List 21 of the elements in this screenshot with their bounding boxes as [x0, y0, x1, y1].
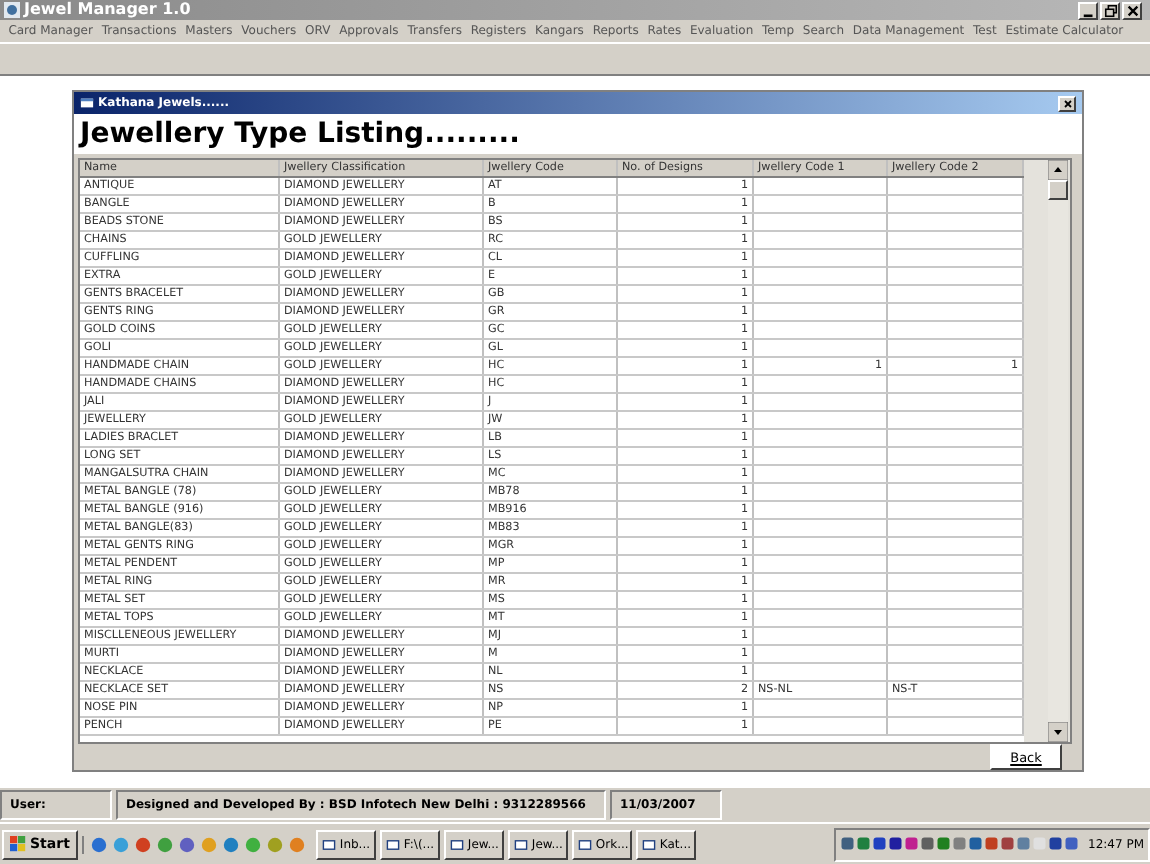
window-icon — [513, 837, 528, 851]
window-icon — [577, 837, 592, 851]
scroll-up-icon[interactable] — [1048, 160, 1068, 180]
close-icon — [1061, 97, 1073, 109]
windows-flag-icon — [10, 836, 26, 852]
vertical-scrollbar[interactable] — [1048, 160, 1068, 742]
scroll-down-icon[interactable] — [1048, 722, 1068, 742]
window-icon — [641, 837, 656, 851]
window-icon — [321, 837, 336, 851]
restore-button[interactable] — [1100, 1, 1120, 19]
close-button[interactable] — [1058, 95, 1076, 111]
scroll-thumb[interactable] — [1048, 180, 1068, 200]
window-icon — [449, 837, 464, 851]
page-heading: Jewellery Type Listing......... — [74, 114, 1082, 154]
minimize-button[interactable] — [1078, 1, 1098, 19]
close-button[interactable] — [1122, 1, 1142, 19]
close-icon — [1125, 3, 1139, 17]
window-icon — [80, 96, 94, 110]
app-icon — [4, 2, 20, 18]
window-title: Jewel Manager 1.0 — [24, 0, 193, 20]
window-icon — [385, 837, 400, 851]
